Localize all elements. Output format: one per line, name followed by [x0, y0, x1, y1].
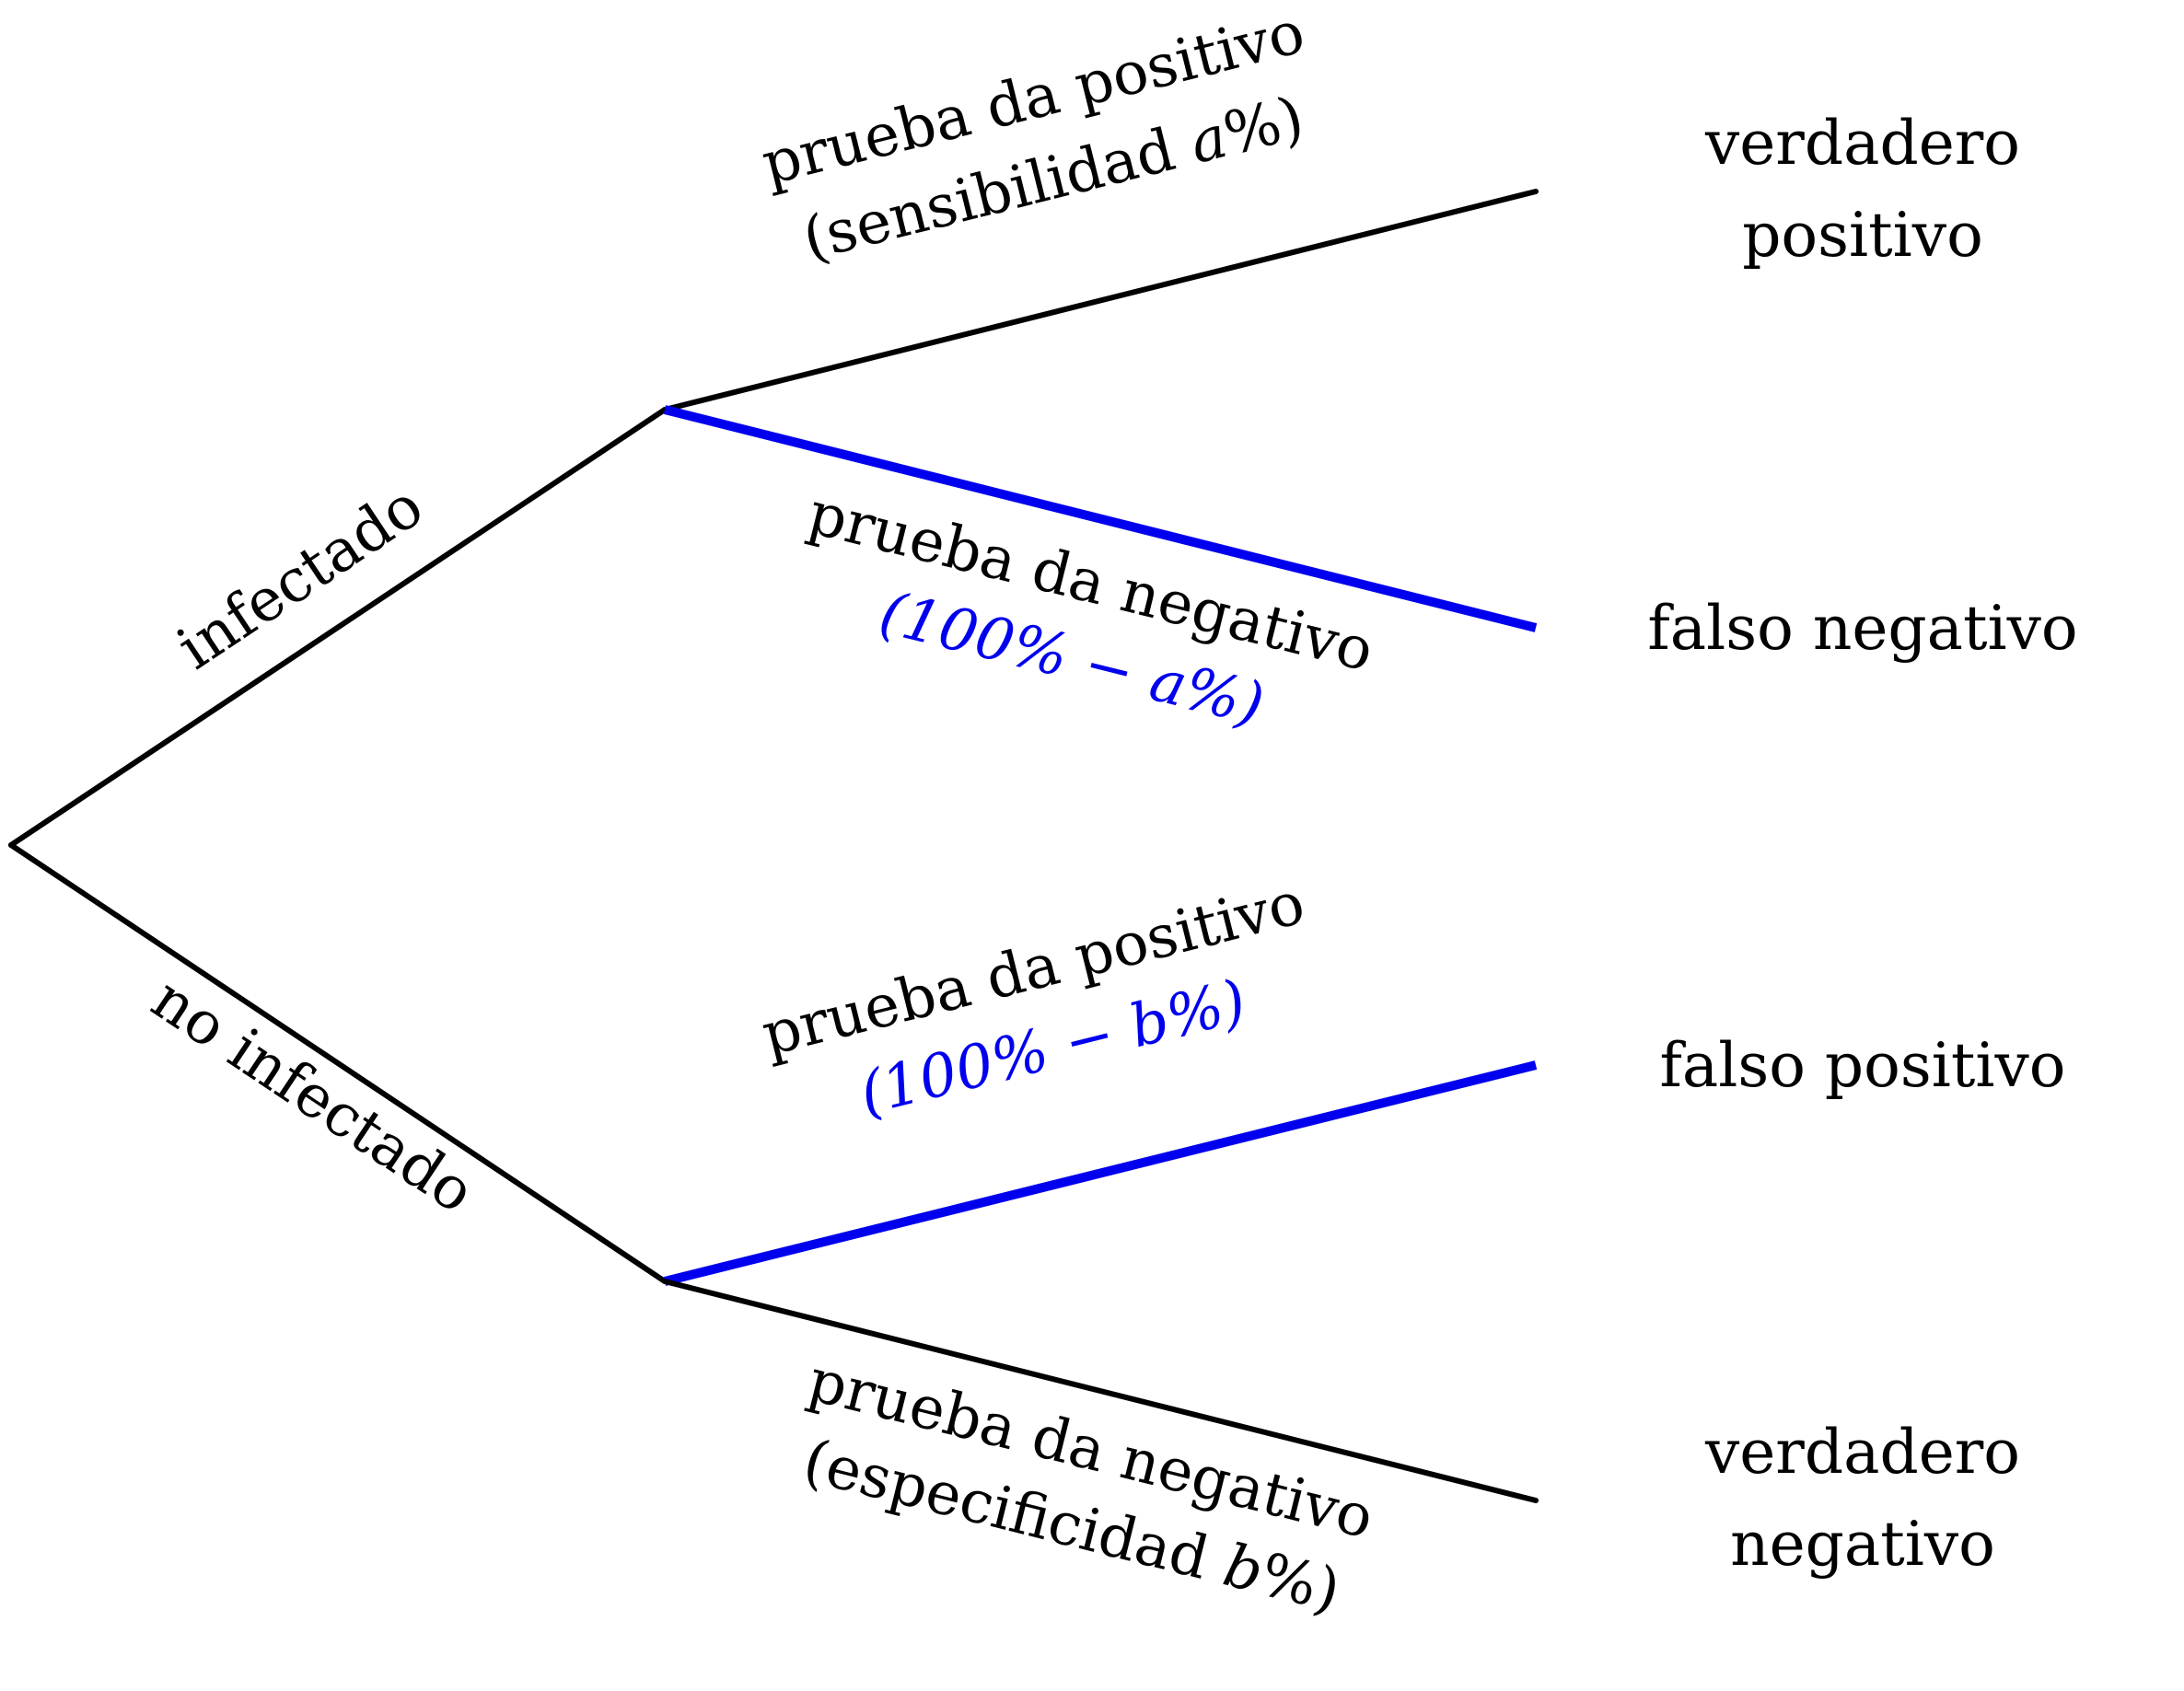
outcome-false-negative: falso negativo [1647, 593, 2077, 664]
outcome-true-negative: verdadero negativo [1704, 1417, 2020, 1580]
label-not-infected-negative: prueba da negativo (especificidad b%) [796, 1347, 1379, 1627]
outcome-false-positive: falso positivo [1659, 1030, 2065, 1101]
label-infected-negative: prueba da negativo (100% − a%) [802, 480, 1380, 740]
branch-not-infected [8, 842, 668, 1284]
branch-infected [8, 407, 668, 848]
branch-not-infected-positive [663, 1060, 1538, 1286]
svg-text:negativo: negativo [1730, 1509, 1995, 1580]
label-not-infected: no infectado [140, 965, 486, 1227]
svg-text:positivo: positivo [1742, 200, 1983, 271]
branch-infected-positive [662, 189, 1539, 412]
label-not-infected-positive: prueba da positivo (100% − b%) [756, 869, 1311, 1129]
probability-tree-diagram: infectado no infectado prueba da positiv… [8, 0, 2078, 1627]
svg-text:verdadero: verdadero [1704, 1417, 2020, 1488]
outcome-true-positive: verdadero positivo [1704, 108, 2020, 271]
label-infected-positive: prueba da positivo (sensibilidad a%) [756, 0, 1311, 274]
svg-text:verdadero: verdadero [1704, 108, 2020, 179]
